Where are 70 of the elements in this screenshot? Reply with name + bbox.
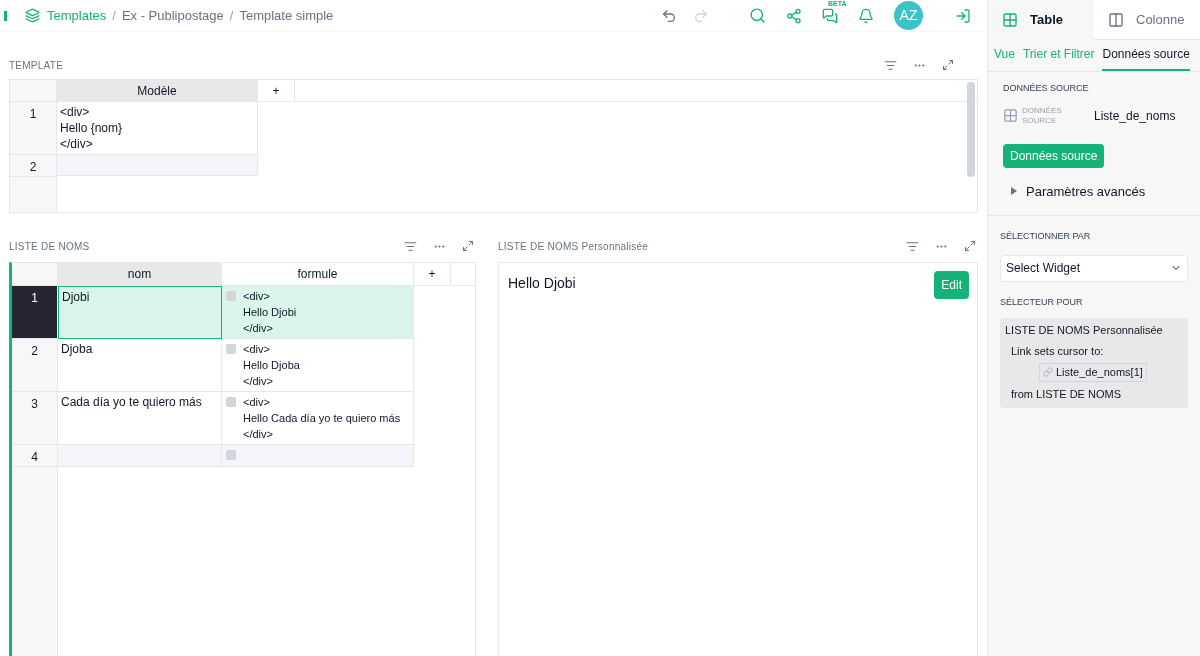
- row-number[interactable]: 1: [10, 102, 57, 155]
- sort-filter-icon[interactable]: [906, 239, 919, 253]
- table-cell[interactable]: Djoba: [58, 339, 222, 392]
- column-icon: [1108, 11, 1124, 28]
- formula-value: <div> Hello Djoba </div>: [243, 342, 300, 389]
- sub-tab[interactable]: Données source: [1102, 45, 1190, 71]
- row-number[interactable]: 2: [12, 339, 58, 392]
- table-cell[interactable]: Cada día yo te quiero más: [58, 392, 222, 445]
- table-icon: [1003, 108, 1018, 123]
- table-cell[interactable]: <div> Hello Djobi </div>: [222, 286, 414, 339]
- advanced-settings-toggle[interactable]: Paramètres avancés: [1026, 181, 1146, 201]
- table-cell[interactable]: [222, 445, 414, 467]
- comments-icon[interactable]: [822, 7, 838, 24]
- row-number[interactable]: 4: [12, 445, 58, 467]
- section-heading: SÉLECTIONNER PAR: [1000, 230, 1092, 243]
- expand-triangle-icon[interactable]: [1011, 187, 1017, 196]
- formula-value: <div> Hello Djobi </div>: [243, 289, 297, 336]
- breadcrumb-separator: /: [229, 6, 234, 25]
- row-number[interactable]: 2: [10, 155, 57, 177]
- redo-icon[interactable]: [693, 7, 709, 24]
- widget-title: LISTE DE NOMS Personnalisée: [498, 239, 649, 254]
- row-number[interactable]: 3: [12, 392, 58, 445]
- rendered-text: Hello Djobi: [508, 274, 576, 293]
- column-header[interactable]: formule: [222, 263, 414, 286]
- column-header[interactable]: nom: [58, 263, 222, 286]
- scrollbar[interactable]: [967, 82, 975, 177]
- selector-widget-name: LISTE DE NOMS Personnalisée: [1005, 323, 1164, 338]
- widget-title: LISTE DE NOMS: [9, 239, 90, 254]
- formula-icon: [226, 291, 236, 301]
- sort-filter-icon[interactable]: [884, 58, 897, 72]
- panel-toggle-icon[interactable]: [4, 10, 7, 21]
- selector-link-text: Link sets cursor to:: [1011, 343, 1105, 359]
- table-cell[interactable]: <div> Hello Djoba </div>: [222, 339, 414, 392]
- panel-tab[interactable]: Colonne: [1094, 0, 1200, 40]
- exit-icon[interactable]: [955, 7, 971, 24]
- selector-from-text: from LISTE DE NOMS: [1011, 386, 1123, 402]
- link-target-chip: Liste_de_noms[1]: [1039, 363, 1147, 382]
- notification-icon[interactable]: [858, 7, 874, 24]
- share-icon[interactable]: [786, 7, 802, 24]
- link-icon: [1043, 367, 1053, 378]
- sort-filter-icon[interactable]: [404, 239, 417, 253]
- table-cell[interactable]: <div> Hello {nom} </div>: [57, 102, 258, 155]
- row-number[interactable]: 1: [12, 286, 58, 339]
- expand-icon[interactable]: [942, 59, 954, 71]
- section-heading: SÉLECTEUR POUR: [1000, 295, 1084, 309]
- breadcrumb-item[interactable]: Ex - Publipostage: [121, 5, 224, 26]
- add-column-button[interactable]: +: [414, 263, 451, 286]
- table-cell[interactable]: Djobi: [58, 286, 222, 339]
- search-icon[interactable]: [749, 7, 766, 24]
- breadcrumb-item[interactable]: Template simple: [239, 5, 334, 26]
- expand-icon[interactable]: [462, 240, 474, 252]
- undo-icon[interactable]: [661, 7, 677, 24]
- formula-value: <div> Hello Cada día yo te quiero más </div>: [243, 395, 401, 442]
- table-icon: [1002, 12, 1018, 28]
- add-column-button[interactable]: +: [258, 80, 295, 102]
- widget-title: TEMPLATE: [9, 58, 64, 73]
- widget-select[interactable]: Select Widget: [1000, 254, 1188, 282]
- source-table-name: Liste_de_noms: [1094, 107, 1176, 125]
- expand-icon[interactable]: [964, 240, 976, 252]
- table-cell[interactable]: <div> Hello Cada día yo te quiero más </div>: [222, 392, 414, 445]
- table-cell[interactable]: [58, 445, 222, 467]
- column-header[interactable]: Modèle: [57, 80, 258, 102]
- formula-icon: [226, 450, 236, 460]
- layers-icon: [25, 8, 40, 23]
- formula-icon: [226, 397, 236, 407]
- source-label: DONNÉES SOURCE: [1022, 105, 1063, 126]
- table-cell[interactable]: [57, 155, 258, 176]
- section-heading: DONNÉES SOURCE: [1003, 82, 1090, 95]
- formula-icon: [226, 344, 236, 354]
- breadcrumb-separator: /: [112, 6, 116, 25]
